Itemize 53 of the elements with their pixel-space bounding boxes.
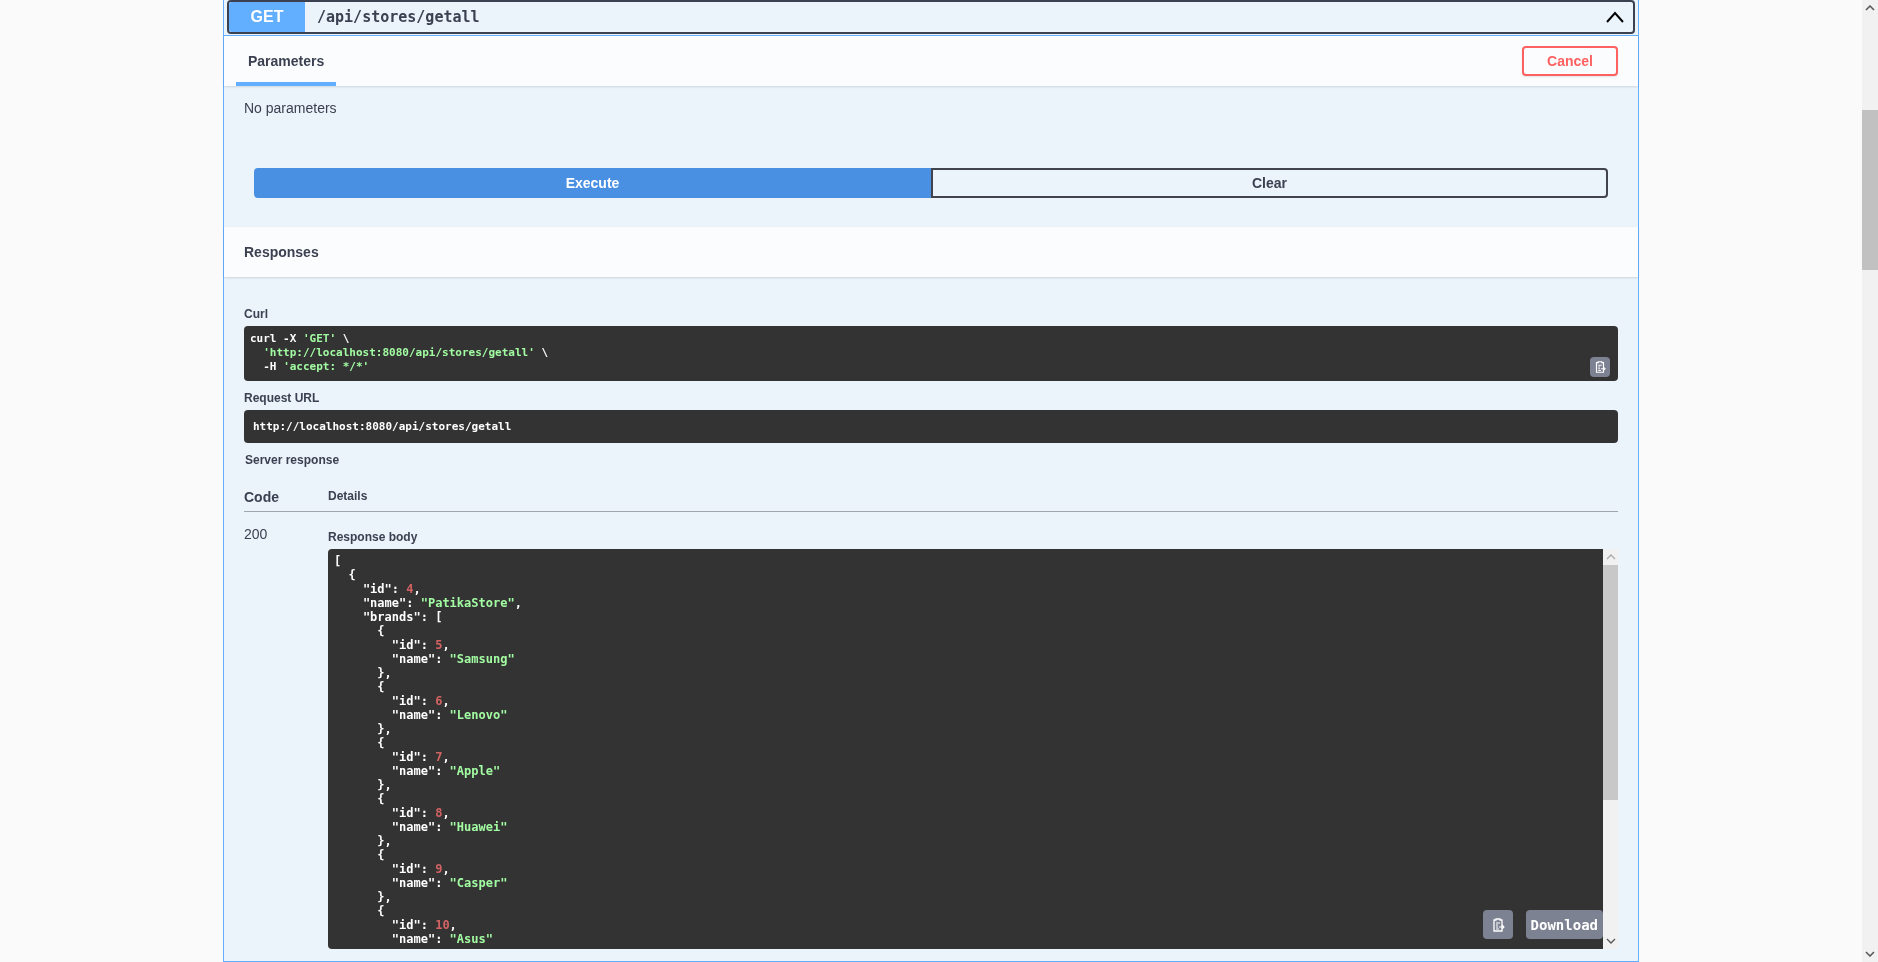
code-line: "id": 7, (390, 750, 450, 764)
code-line: { (376, 904, 385, 918)
code-line: "name": "Huawei" (390, 820, 508, 834)
code-line: { (376, 624, 385, 638)
scrollbar-thumb[interactable] (1862, 110, 1878, 270)
endpoint-summary-bar[interactable]: GET /api/stores/getall (227, 0, 1635, 34)
column-header: Details (328, 489, 369, 503)
code-line: { (376, 736, 385, 750)
code-line: "id": 6, (390, 694, 450, 708)
status-code: 200 (244, 526, 269, 544)
code-line: }, (376, 666, 392, 680)
code-line: "id": 5, (390, 638, 450, 652)
code-line: { (376, 680, 385, 694)
code-line: "brands": [ (361, 610, 443, 624)
code-line: "name": "Samsung" (390, 652, 515, 666)
parameters-tab[interactable]: Parameters (236, 36, 337, 86)
code-line: -H 'accept: */*' (262, 360, 370, 374)
chevron-up-icon[interactable] (1605, 11, 1625, 23)
clear-button[interactable]: Clear (931, 168, 1608, 198)
code-line: "id": 8, (390, 806, 450, 820)
code-line: { (376, 848, 385, 862)
endpoint-path: /api/stores/getall (316, 8, 481, 26)
code-line: "id": 9, (390, 862, 450, 876)
code-line: }, (376, 834, 392, 848)
code-line: }, (376, 890, 392, 904)
code-line: "name": "Casper" (390, 876, 508, 890)
code-line: curl -X 'GET' \ (250, 332, 350, 346)
server-response-label: Server response (244, 453, 341, 467)
request-url-label: Request URL (244, 391, 321, 405)
code-line: "name": "Asus" (390, 932, 493, 946)
code-line: { (376, 792, 385, 806)
code-line: "name": "Lenovo" (390, 708, 508, 722)
code-line: "name": "Apple" (390, 764, 501, 778)
code-line: }, (376, 778, 392, 792)
clipboard-icon (1593, 360, 1607, 374)
scrollbar-thumb[interactable] (1603, 565, 1618, 800)
curl-label: Curl (244, 307, 269, 321)
code-line: { (347, 568, 356, 582)
download-button[interactable]: Download (1525, 910, 1603, 939)
column-header: Code (244, 489, 280, 505)
responses-title: Responses (244, 244, 319, 260)
code-line: 'http://localhost:8080/api/stores/getall' \ (262, 346, 549, 360)
code-line: "id": 4, (361, 582, 421, 596)
code-line: http://localhost:8080/api/stores/getall (253, 420, 512, 434)
response-body-label: Response body (328, 530, 419, 544)
copy-button[interactable] (1590, 357, 1610, 377)
code-line: [ (334, 554, 342, 568)
code-line: "name": "PatikaStore", (361, 596, 522, 610)
no-parameters-text: No parameters (244, 100, 338, 116)
method-badge: GET (229, 2, 305, 32)
code-line: }, (376, 722, 392, 736)
copy-button[interactable] (1482, 910, 1513, 939)
code-line: "id": 10, (390, 918, 457, 932)
